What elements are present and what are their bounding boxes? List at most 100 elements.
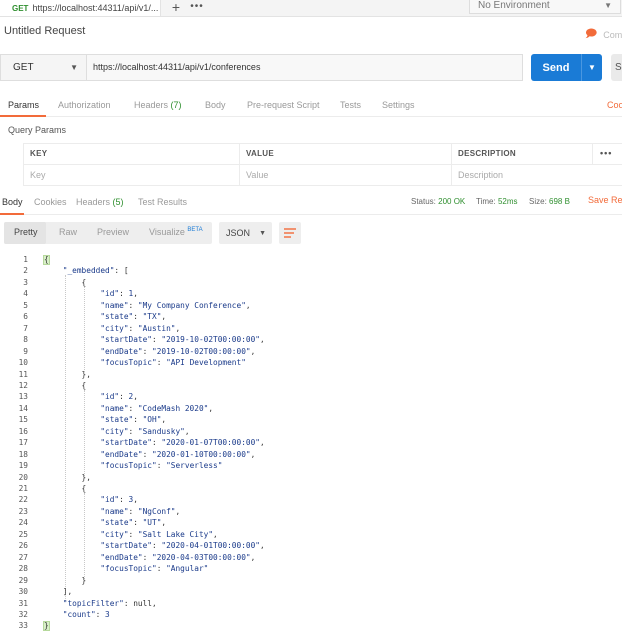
- tab-params[interactable]: Params: [8, 100, 39, 110]
- code-line: },: [44, 369, 91, 379]
- headers-count: (7): [170, 100, 182, 110]
- response-tab-headers[interactable]: Headers (5): [76, 197, 124, 207]
- line-number: 16: [18, 426, 28, 436]
- method-select[interactable]: GET ▼: [0, 54, 86, 81]
- wrap-lines-icon: [284, 228, 296, 238]
- size-value: 698 B: [549, 197, 570, 206]
- pretty-button[interactable]: Pretty: [14, 227, 38, 237]
- code-line: {: [44, 484, 87, 493]
- line-number: 26: [18, 541, 28, 551]
- line-number: 1: [23, 255, 28, 264]
- line-number: 32: [18, 609, 28, 619]
- language-select[interactable]: JSON ▼: [219, 222, 272, 244]
- code-line: {: [44, 380, 87, 390]
- time-readout: Time: 52ms: [476, 197, 518, 206]
- line-number: 25: [18, 529, 28, 539]
- wrap-lines-button[interactable]: [279, 222, 301, 244]
- description-input[interactable]: Description: [451, 164, 622, 186]
- code-line: ],: [44, 587, 73, 597]
- beta-badge: BETA: [187, 227, 203, 233]
- request-title[interactable]: Untitled Request: [4, 25, 85, 37]
- line-number: 33: [18, 621, 28, 631]
- comment-icon: 🗩: [585, 28, 598, 40]
- size-readout: Size: 698 B: [529, 197, 570, 206]
- line-number: 6: [23, 312, 28, 322]
- time-label: Time:: [476, 197, 496, 206]
- code-line: "_embedded": [: [62, 266, 129, 276]
- save-button[interactable]: Sa: [611, 54, 622, 81]
- line-number: 5: [23, 300, 28, 310]
- status-readout: Status: 200 OK: [411, 197, 465, 206]
- line-number: 29: [18, 575, 28, 585]
- status-value: 200 OK: [438, 197, 466, 206]
- url-input[interactable]: https://localhost:44311/api/v1/conferenc…: [86, 54, 523, 81]
- code-line: "id": 3,: [100, 495, 138, 505]
- preview-button[interactable]: Preview: [97, 227, 129, 237]
- code-line: "name": "My Company Conference",: [100, 300, 251, 310]
- size-label: Size:: [529, 197, 547, 206]
- response-tab-body[interactable]: Body: [2, 197, 23, 207]
- code-line: "topicFilter": null,: [62, 598, 157, 608]
- send-button[interactable]: Send ▼: [531, 54, 602, 81]
- cookies-link[interactable]: Cook: [607, 100, 622, 110]
- tab-prerequest-script[interactable]: Pre-request Script: [247, 100, 320, 110]
- tab-headers[interactable]: Headers (7): [134, 100, 182, 110]
- code-line: }: [44, 575, 87, 585]
- environment-select[interactable]: No Environment ▼: [469, 0, 621, 14]
- line-number: 27: [18, 552, 28, 562]
- tab-body[interactable]: Body: [205, 100, 226, 110]
- method-label: GET: [13, 62, 34, 73]
- line-number: 31: [18, 598, 28, 608]
- send-label: Send: [542, 61, 570, 74]
- line-number: 9: [23, 346, 28, 356]
- value-input[interactable]: Value: [239, 164, 451, 186]
- params-header-row: KEY VALUE DESCRIPTION •••: [0, 143, 622, 164]
- code-line: "count": 3: [62, 609, 110, 619]
- line-number: 28: [18, 564, 28, 574]
- plus-icon[interactable]: +: [169, 0, 183, 16]
- tab-settings[interactable]: Settings: [382, 100, 415, 110]
- more-options-icon[interactable]: •••: [600, 143, 612, 163]
- response-tabs: Body Cookies Headers (5) Test Results St…: [0, 194, 622, 215]
- comments-button[interactable]: 🗩 Comm: [585, 25, 622, 44]
- format-toggle-group: Pretty Raw Preview Visualize BETA: [4, 222, 212, 244]
- active-tab-indicator: [0, 115, 46, 117]
- line-number: 24: [18, 518, 28, 528]
- request-tab-url: https://localhost:44311/api/v1/...: [32, 3, 159, 13]
- line-number: 22: [18, 495, 28, 505]
- visualize-button[interactable]: Visualize BETA: [149, 227, 203, 237]
- response-tab-test-results[interactable]: Test Results: [138, 197, 187, 207]
- save-response-button[interactable]: Save Res: [588, 195, 622, 205]
- code-line: "city": "Salt Lake City",: [100, 529, 218, 539]
- response-body-viewer[interactable]: 1 {2 "_embedded": [3 {4 "id": 1, 5 "name":…: [0, 252, 622, 640]
- response-headers-count: (5): [112, 197, 124, 207]
- more-tabs-icon[interactable]: •••: [189, 0, 205, 16]
- code-line: "startDate": "2020-04-01T00:00:00",: [100, 541, 265, 551]
- tab-tests[interactable]: Tests: [340, 100, 361, 110]
- line-number: 18: [18, 449, 28, 459]
- chevron-down-icon: ▼: [604, 0, 612, 10]
- response-tab-cookies[interactable]: Cookies: [34, 197, 67, 207]
- tab-authorization[interactable]: Authorization: [58, 100, 111, 110]
- line-number: 10: [18, 358, 28, 368]
- query-params-label: Query Params: [8, 125, 67, 135]
- code-line: "city": "Austin",: [100, 323, 181, 333]
- code-line: "startDate": "2020-01-07T00:00:00",: [100, 438, 265, 448]
- comments-label: Comm: [603, 29, 622, 40]
- chevron-down-icon[interactable]: ▼: [582, 63, 602, 72]
- code-line: "name": "NgConf",: [100, 506, 181, 516]
- request-tab[interactable]: GET https://localhost:44311/api/v1/...: [0, 0, 161, 16]
- key-input[interactable]: Key: [23, 164, 239, 186]
- code-line: "startDate": "2019-10-02T00:00:00",: [100, 335, 265, 345]
- code-line: "focusTopic": "API Development": [100, 358, 246, 368]
- environment-label: No Environment: [478, 0, 550, 11]
- time-value: 52ms: [497, 197, 518, 206]
- code-line: "name": "CodeMash 2020",: [100, 403, 214, 413]
- line-number: 13: [18, 392, 28, 402]
- raw-button[interactable]: Raw: [59, 227, 77, 237]
- code-line: },: [44, 472, 91, 482]
- chevron-down-icon: ▼: [259, 229, 266, 237]
- code-line: "state": "UT",: [100, 518, 167, 528]
- column-header-key: KEY: [23, 143, 239, 164]
- response-tab-headers-label: Headers: [76, 197, 111, 207]
